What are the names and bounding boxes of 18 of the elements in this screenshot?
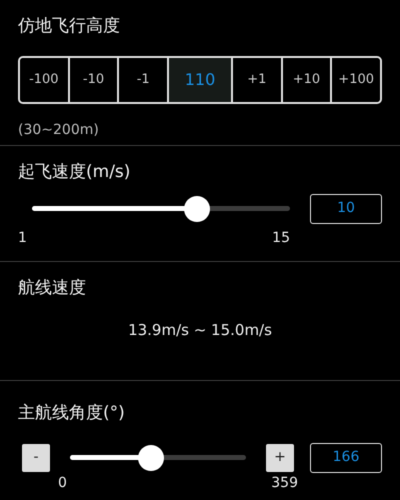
slider-thumb[interactable] bbox=[184, 196, 210, 222]
max-label: 359 bbox=[271, 474, 298, 492]
minus-button[interactable]: - bbox=[22, 444, 50, 472]
value-button[interactable]: 110 bbox=[169, 58, 233, 102]
min-label: 0 bbox=[58, 474, 67, 492]
section-title: 主航线角度(°) bbox=[18, 402, 126, 425]
range-text: (30~200m) bbox=[18, 120, 100, 140]
max-label: 15 bbox=[272, 228, 290, 248]
section-title: 航线速度 bbox=[18, 277, 87, 300]
step-button[interactable]: -100 bbox=[20, 58, 70, 102]
speed-range-text: 13.9m/s ~ 15.0m/s bbox=[128, 320, 272, 338]
section-title: 起飞速度(m/s) bbox=[18, 161, 132, 184]
section-title: 仿地飞行高度 bbox=[18, 15, 121, 38]
plus-button[interactable]: + bbox=[266, 444, 294, 472]
value-field[interactable]: 10 bbox=[310, 194, 382, 224]
min-label: 1 bbox=[18, 228, 27, 248]
slider-thumb[interactable] bbox=[138, 444, 164, 470]
value-field[interactable]: 166 bbox=[310, 442, 382, 472]
